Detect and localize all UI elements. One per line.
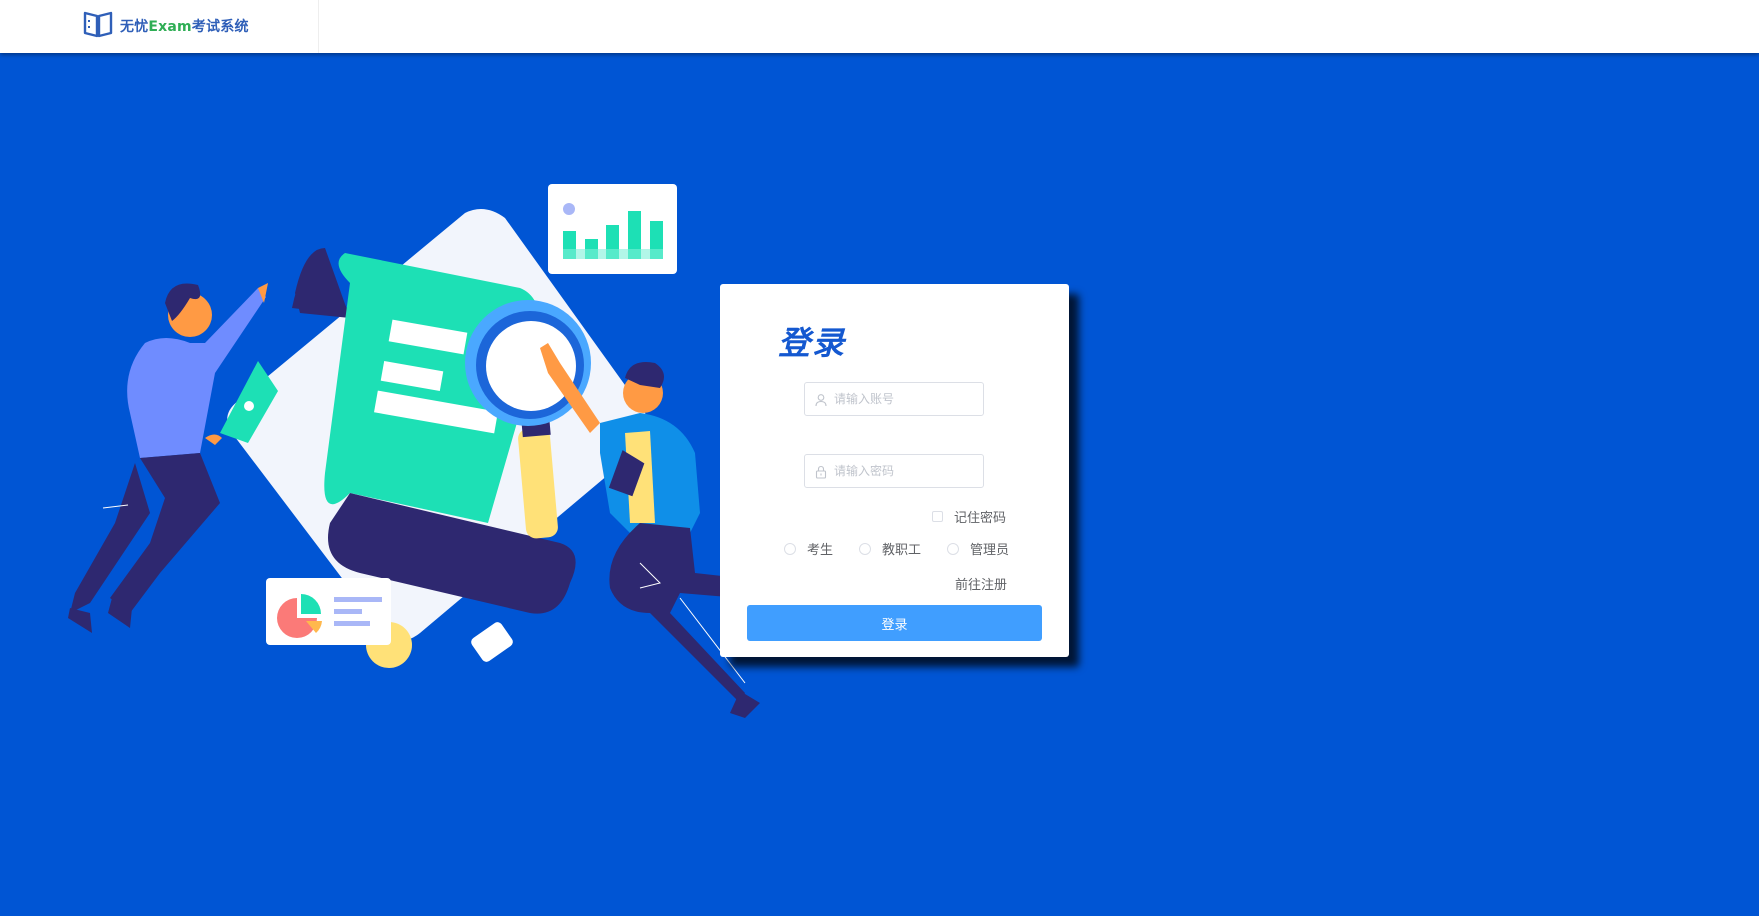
password-field[interactable] — [804, 454, 984, 488]
brand-name: 无忧Exam考试系统 — [120, 16, 249, 36]
login-title: 登录 — [778, 324, 847, 362]
left-person-figure — [68, 283, 278, 633]
role-option-staff[interactable]: 教职工 — [859, 539, 921, 558]
password-input[interactable] — [834, 464, 974, 478]
user-icon — [814, 392, 828, 407]
brand-name-part1: 无忧 — [120, 19, 149, 35]
role-radio-admin[interactable] — [947, 542, 960, 555]
header-divider — [318, 0, 319, 53]
remember-password-checkbox[interactable] — [932, 511, 943, 522]
account-input[interactable] — [834, 392, 974, 406]
role-label-staff: 教职工 — [882, 543, 922, 558]
lock-icon — [814, 464, 828, 479]
register-link[interactable]: 前往注册 — [955, 574, 1007, 593]
remember-password-label: 记住密码 — [954, 511, 1007, 526]
login-card: 登录 记住密码 考生 教职工 — [720, 284, 1069, 657]
role-option-admin[interactable]: 管理员 — [947, 539, 1009, 558]
role-option-student[interactable]: 考生 — [784, 539, 833, 558]
role-label-student: 考生 — [807, 543, 834, 558]
role-radio-staff[interactable] — [859, 542, 872, 555]
remember-password[interactable]: 记住密码 — [932, 507, 1006, 526]
login-button[interactable]: 登录 — [747, 605, 1042, 641]
brand-name-part2: 考试系统 — [191, 19, 249, 35]
role-radio-group: 考生 教职工 管理员 — [784, 539, 1035, 558]
open-book-icon — [82, 9, 114, 43]
brand-name-exam: Exam — [148, 19, 192, 35]
role-label-admin: 管理员 — [970, 543, 1010, 558]
account-field[interactable] — [804, 382, 984, 416]
bar-chart-card — [548, 184, 677, 274]
brand-logo[interactable]: 无忧Exam考试系统 — [82, 11, 249, 41]
role-radio-student[interactable] — [784, 542, 796, 555]
top-navigation-bar: 无忧Exam考试系统 — [0, 0, 1759, 53]
